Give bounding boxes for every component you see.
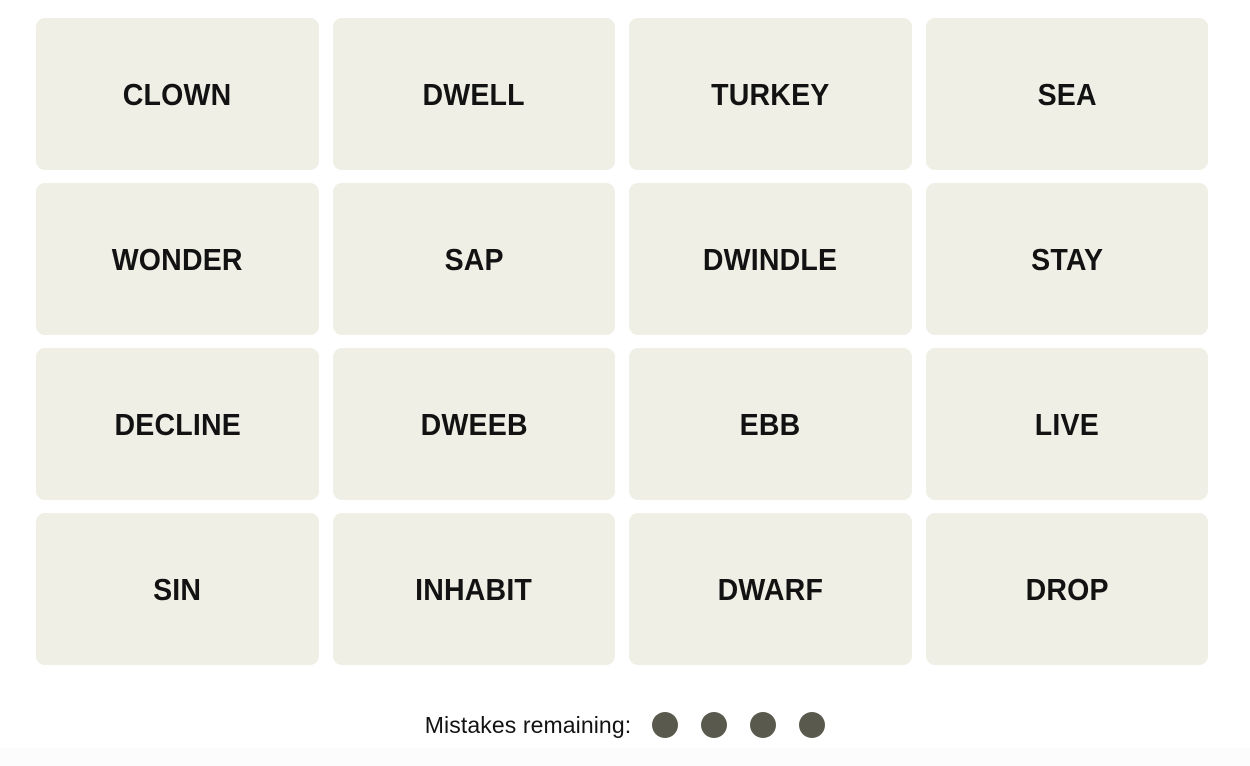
word-tile-label: DWINDLE <box>703 241 838 277</box>
word-tile-label: SEA <box>1037 76 1097 112</box>
word-tile-label: DROP <box>1025 571 1109 607</box>
mistake-dot-icon <box>652 712 679 738</box>
word-tile-label: EBB <box>739 406 801 442</box>
word-tile-label: SIN <box>153 571 202 607</box>
connections-game: CLOWN DWELL TURKEY SEA WONDER SAP DWINDL… <box>0 0 1250 766</box>
word-tile-label: SAP <box>444 241 504 277</box>
mistakes-remaining-row: Mistakes remaining: <box>0 702 1250 748</box>
word-tile-label: WONDER <box>111 241 243 277</box>
word-tile-live[interactable]: LIVE <box>925 348 1208 500</box>
word-tile-sin[interactable]: SIN <box>36 513 319 665</box>
word-tile-ebb[interactable]: EBB <box>629 348 912 500</box>
word-tile-drop[interactable]: DROP <box>925 513 1208 665</box>
word-tile-label: LIVE <box>1034 406 1099 442</box>
word-tile-stay[interactable]: STAY <box>925 183 1208 335</box>
word-tile-label: CLOWN <box>122 76 232 112</box>
word-tile-sea[interactable]: SEA <box>925 18 1208 170</box>
word-tile-wonder[interactable]: WONDER <box>36 183 319 335</box>
word-tile-label: STAY <box>1030 241 1103 277</box>
mistake-dot-icon <box>799 712 826 738</box>
word-tile-sap[interactable]: SAP <box>332 183 615 335</box>
word-tile-label: DWELL <box>422 76 525 112</box>
word-tile-label: DWARF <box>717 571 823 607</box>
mistakes-remaining-label: Mistakes remaining: <box>424 711 632 738</box>
word-tile-dwell[interactable]: DWELL <box>332 18 615 170</box>
puzzle-grid: CLOWN DWELL TURKEY SEA WONDER SAP DWINDL… <box>36 18 1208 665</box>
word-tile-label: TURKEY <box>711 76 830 112</box>
word-tile-label: INHABIT <box>415 571 533 607</box>
word-tile-dwindle[interactable]: DWINDLE <box>629 183 912 335</box>
mistake-dot-icon <box>750 712 777 738</box>
word-tile-label: DECLINE <box>114 406 241 442</box>
word-tile-dweeb[interactable]: DWEEB <box>332 348 615 500</box>
word-tile-dwarf[interactable]: DWARF <box>629 513 912 665</box>
word-tile-turkey[interactable]: TURKEY <box>629 18 912 170</box>
word-tile-inhabit[interactable]: INHABIT <box>332 513 615 665</box>
bottom-divider <box>0 748 1250 766</box>
mistakes-dot-group <box>652 712 826 738</box>
word-tile-clown[interactable]: CLOWN <box>36 18 319 170</box>
word-tile-label: DWEEB <box>420 406 528 442</box>
word-tile-decline[interactable]: DECLINE <box>36 348 319 500</box>
mistake-dot-icon <box>701 712 728 738</box>
